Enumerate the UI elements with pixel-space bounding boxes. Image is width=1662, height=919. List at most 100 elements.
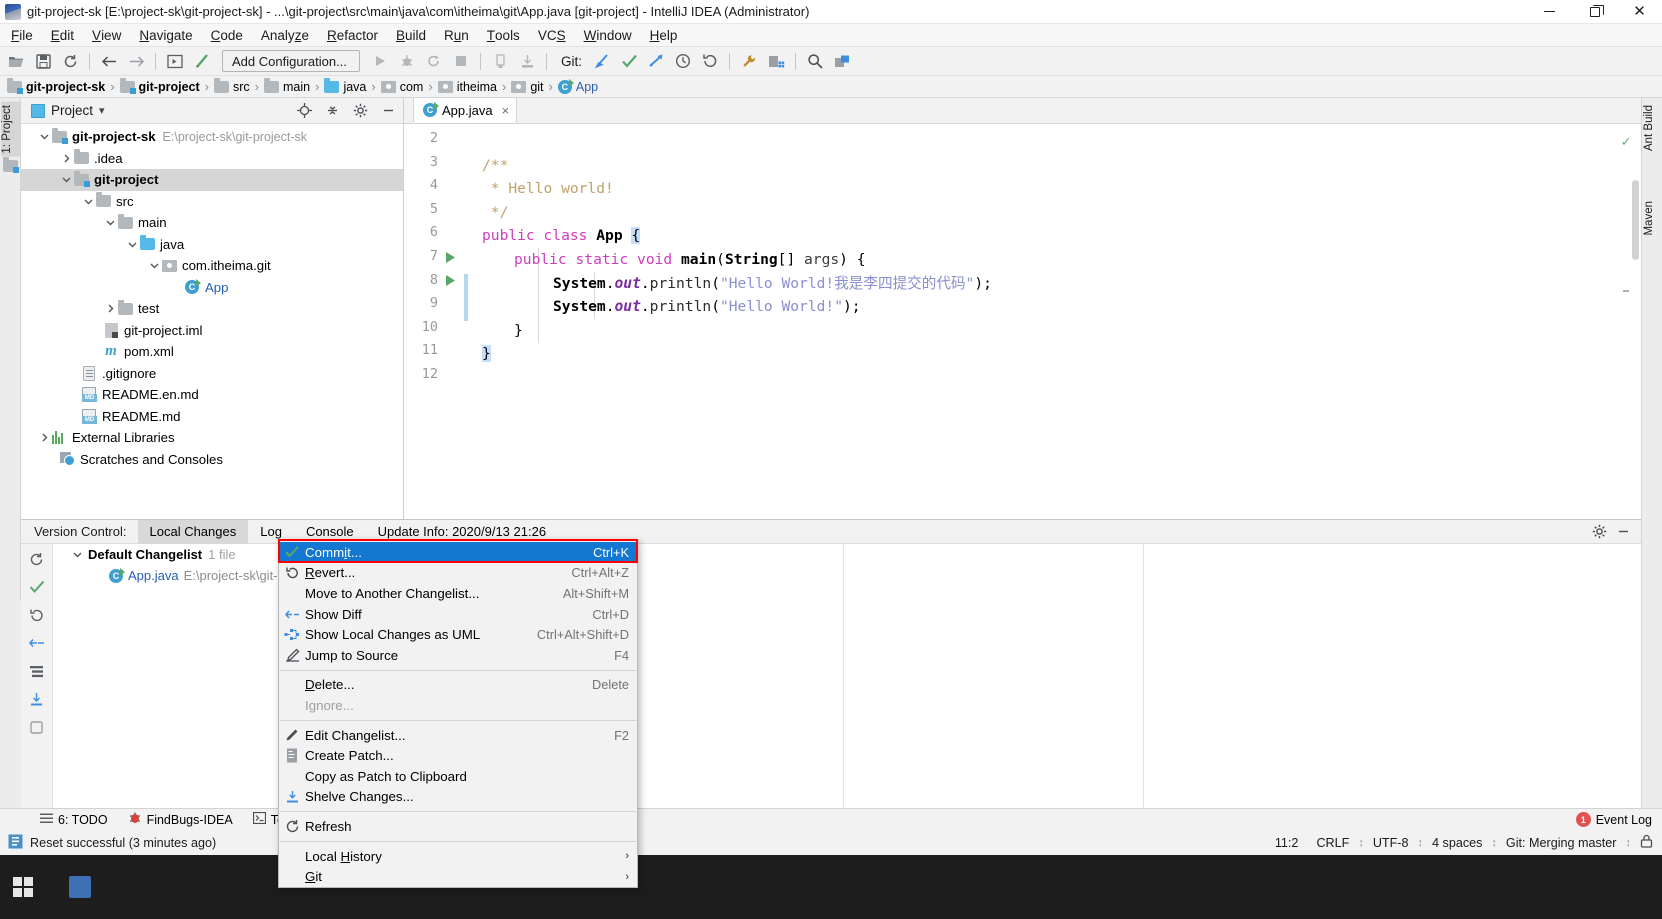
menu-item-shelve-changes[interactable]: Shelve Changes... xyxy=(279,787,637,808)
breadcrumb-item-git-project-sk[interactable]: git-project-sk xyxy=(4,80,108,94)
commit-check-icon[interactable] xyxy=(27,577,47,597)
git-branch-widget[interactable]: Git: Merging master xyxy=(1497,836,1626,850)
menu-item-create-patch[interactable]: Create Patch... xyxy=(279,745,637,766)
tab-local-changes[interactable]: Local Changes xyxy=(138,520,249,544)
run-coverage-icon[interactable] xyxy=(421,49,447,74)
lock-icon[interactable] xyxy=(1631,834,1662,851)
git-history-icon[interactable] xyxy=(670,49,696,74)
breadcrumb-item-git-project[interactable]: git-project xyxy=(117,80,203,94)
menu-build[interactable]: Build xyxy=(387,24,435,46)
hide-panel-icon[interactable] xyxy=(377,100,399,122)
chevron-down-icon[interactable] xyxy=(73,547,88,562)
tree-row-readme[interactable]: README.md xyxy=(21,406,403,428)
line-separator[interactable]: CRLF xyxy=(1307,836,1358,850)
chevron-down-icon[interactable] xyxy=(59,173,73,187)
chevron-down-icon[interactable] xyxy=(147,259,161,273)
scroll-marker[interactable] xyxy=(1623,290,1629,292)
tree-row-iml[interactable]: git-project.iml xyxy=(21,320,403,342)
menu-edit[interactable]: Edit xyxy=(42,24,83,46)
sidebar-item-ant-build[interactable]: Ant Build xyxy=(1643,102,1662,154)
shelve-icon[interactable] xyxy=(27,689,47,709)
menu-file[interactable]: File xyxy=(2,24,42,46)
save-all-icon[interactable] xyxy=(30,49,56,74)
run-anything-icon[interactable] xyxy=(162,49,188,74)
file-encoding[interactable]: UTF-8 xyxy=(1364,836,1418,850)
back-icon[interactable] xyxy=(96,49,122,74)
tree-row-readme-en[interactable]: README.en.md xyxy=(21,384,403,406)
run-configuration-selector[interactable]: Add Configuration... xyxy=(222,50,360,72)
menu-item-copy-as-patch-to-clipboard[interactable]: Copy as Patch to Clipboard xyxy=(279,766,637,787)
git-update-icon[interactable] xyxy=(589,49,615,74)
profile-icon[interactable] xyxy=(487,49,513,74)
inspection-ok-icon[interactable]: ✓ xyxy=(1622,131,1630,155)
bottom-tab-findbugs[interactable]: FindBugs-IDEA xyxy=(118,809,243,830)
run-class-gutter-icon[interactable] xyxy=(444,251,457,264)
tree-row-git-project-sk[interactable]: git-project-sk E:\project-sk\git-project… xyxy=(21,126,403,148)
menu-item-show-diff[interactable]: Show Diff Ctrl+D xyxy=(279,604,637,625)
menu-item-refresh[interactable]: Refresh xyxy=(279,816,637,837)
minimize-button[interactable] xyxy=(1527,0,1572,24)
chevron-right-icon[interactable] xyxy=(37,431,51,445)
tree-row-git-project[interactable]: git-project xyxy=(21,169,403,191)
tree-row-idea[interactable]: .idea xyxy=(21,148,403,170)
tree-row-test[interactable]: test xyxy=(21,298,403,320)
stop-icon[interactable] xyxy=(448,49,474,74)
tree-row-app-class[interactable]: C App xyxy=(21,277,403,299)
menu-view[interactable]: View xyxy=(83,24,130,46)
start-button[interactable] xyxy=(0,855,46,919)
code-content[interactable]: /** * Hello world! */ public class App {… xyxy=(468,124,1641,519)
chevron-down-icon[interactable] xyxy=(81,194,95,208)
menu-item-local-history[interactable]: Local History › xyxy=(279,846,637,867)
chevron-down-icon[interactable] xyxy=(103,216,117,230)
show-diff-icon[interactable] xyxy=(27,633,47,653)
run-method-gutter-icon[interactable] xyxy=(444,274,457,287)
breadcrumb-item-java[interactable]: java xyxy=(321,80,369,94)
editor-gutter[interactable]: 2 3 4 5 6 7 8 9 10 11 12 xyxy=(404,124,468,519)
ignore-icon[interactable] xyxy=(27,717,47,737)
chevron-down-icon[interactable] xyxy=(37,130,51,144)
tree-row-src[interactable]: src xyxy=(21,191,403,213)
menu-item-move-to-another-changelist[interactable]: Move to Another Changelist... Alt+Shift+… xyxy=(279,583,637,604)
git-push-icon[interactable] xyxy=(643,49,669,74)
indent-setting[interactable]: 4 spaces xyxy=(1423,836,1491,850)
hide-panel-icon[interactable] xyxy=(1611,520,1635,544)
git-commit-icon[interactable] xyxy=(616,49,642,74)
menu-item-git[interactable]: Git › xyxy=(279,866,637,887)
breadcrumb-item-src[interactable]: src xyxy=(211,80,253,94)
taskbar-app-1[interactable] xyxy=(52,855,108,919)
tree-row-main[interactable]: main xyxy=(21,212,403,234)
sidebar-item-maven[interactable]: Maven xyxy=(1643,198,1662,239)
close-icon[interactable]: × xyxy=(502,103,510,118)
settings-gear-icon[interactable] xyxy=(349,100,371,122)
group-by-icon[interactable] xyxy=(27,661,47,681)
menu-item-edit-changelist[interactable]: Edit Changelist... F2 xyxy=(279,725,637,746)
menu-item-commit[interactable]: Commit... Ctrl+K xyxy=(279,542,637,563)
breadcrumb-item-git[interactable]: git xyxy=(508,80,546,94)
scrollbar-thumb[interactable] xyxy=(1632,180,1639,260)
rollback-icon[interactable] xyxy=(27,605,47,625)
tree-row-gitignore[interactable]: .gitignore xyxy=(21,363,403,385)
search-everywhere-icon[interactable] xyxy=(802,49,828,74)
git-rollback-icon[interactable] xyxy=(697,49,723,74)
menu-item-jump-to-source[interactable]: Jump to Source F4 xyxy=(279,645,637,666)
forward-icon[interactable] xyxy=(123,49,149,74)
refresh-icon[interactable] xyxy=(27,549,47,569)
modules-icon[interactable] xyxy=(829,49,855,74)
menu-refactor[interactable]: Refactor xyxy=(318,24,387,46)
caret-position[interactable]: 11:2 xyxy=(1266,836,1308,850)
breadcrumb-item-itheima[interactable]: itheima xyxy=(435,80,500,94)
sync-icon[interactable] xyxy=(57,49,83,74)
menu-item-show-local-changes-as-uml[interactable]: Show Local Changes as UML Ctrl+Alt+Shift… xyxy=(279,624,637,645)
build-icon[interactable] xyxy=(189,49,215,74)
chevron-down-icon[interactable]: ▾ xyxy=(99,104,105,117)
editor-scrollbar[interactable] xyxy=(1630,150,1641,545)
chevron-down-icon[interactable] xyxy=(125,237,139,251)
tree-row-java[interactable]: java xyxy=(21,234,403,256)
open-project-icon[interactable] xyxy=(3,49,29,74)
locate-icon[interactable] xyxy=(293,100,315,122)
collapse-all-icon[interactable] xyxy=(321,100,343,122)
settings-wrench-icon[interactable] xyxy=(736,49,762,74)
menu-code[interactable]: Code xyxy=(202,24,252,46)
menu-window[interactable]: Window xyxy=(575,24,641,46)
breadcrumb-item-app[interactable]: C App xyxy=(555,80,601,94)
